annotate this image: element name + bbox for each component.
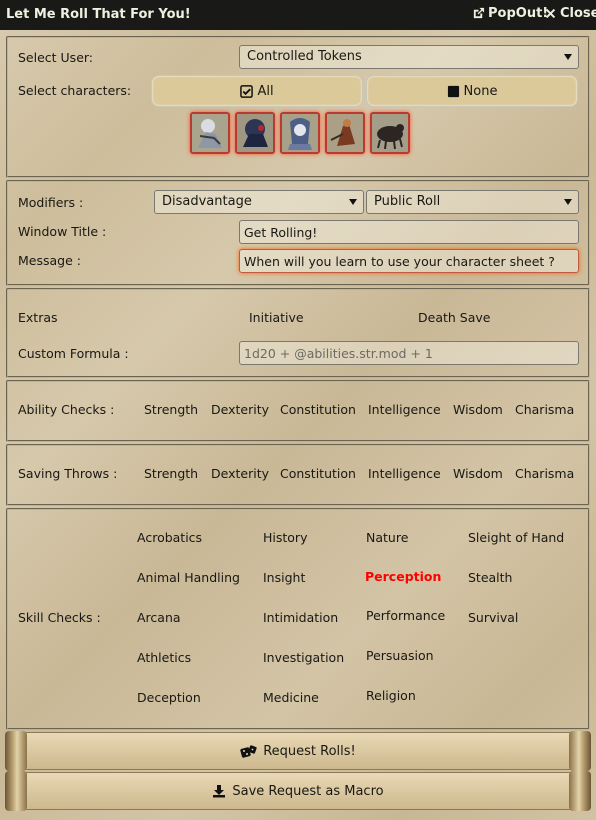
character-portrait [327,114,363,152]
roll-mode-select-value: Public Roll [374,194,441,209]
scroll-roll-left [5,731,27,771]
checkbox-filled-icon [447,85,459,97]
popout-label: PopOut! [488,6,549,21]
window-title-label: Window Title : [18,224,107,239]
dropdown-arrow-icon [564,199,572,205]
character-token-3[interactable] [280,112,320,154]
skill-checks-label: Skill Checks : [18,610,101,625]
skill-intimidation[interactable]: Intimidation [263,610,338,625]
skill-sleight-of-hand[interactable]: Sleight of Hand [468,530,564,545]
modifier-select[interactable]: Disadvantage [154,190,364,214]
dropdown-arrow-icon [564,54,572,60]
close-button[interactable]: Close [544,6,596,21]
select-none-button[interactable]: None [366,75,578,107]
lmrtfy-window: Let Me Roll That For You! PopOut! Close … [0,0,596,820]
save-macro-button[interactable]: Save Request as Macro [5,771,591,811]
user-select-value: Controlled Tokens [247,49,362,64]
skill-history[interactable]: History [263,530,307,545]
skill-survival[interactable]: Survival [468,610,518,625]
character-portrait [237,114,273,152]
save-constitution[interactable]: Constitution [280,466,356,481]
skill-persuasion[interactable]: Persuasion [366,648,434,663]
external-link-icon [473,7,485,19]
dice-icon [240,744,257,758]
custom-formula-label: Custom Formula : [18,346,129,361]
skill-insight[interactable]: Insight [263,570,305,585]
custom-formula-input[interactable]: 1d20 + @abilities.str.mod + 1 [239,341,579,365]
select-all-button[interactable]: All [151,75,363,107]
request-rolls-button[interactable]: Request Rolls! [5,731,591,771]
save-dexterity[interactable]: Dexterity [211,466,269,481]
character-token-5[interactable] [370,112,410,154]
window-title: Let Me Roll That For You! [6,7,191,22]
scroll-roll-left [5,771,27,811]
skill-nature[interactable]: Nature [366,530,408,545]
save-intelligence[interactable]: Intelligence [368,466,441,481]
roll-mode-select[interactable]: Public Roll [366,190,579,214]
skill-medicine[interactable]: Medicine [263,690,319,705]
select-none-label: None [463,83,498,99]
checkbox-checked-icon [240,84,254,98]
download-icon [213,785,226,798]
modifiers-label: Modifiers : [18,195,84,210]
skill-deception[interactable]: Deception [137,690,201,705]
window-titlebar[interactable]: Let Me Roll That For You! PopOut! Close [0,0,596,30]
extras-label: Extras [18,310,58,325]
request-rolls-label: Request Rolls! [263,743,356,759]
select-all-label: All [257,83,274,99]
popout-button[interactable]: PopOut! [472,6,548,21]
ability-charisma[interactable]: Charisma [515,402,574,417]
modifier-select-value: Disadvantage [162,194,252,209]
close-icon [545,8,556,19]
character-token-2[interactable] [235,112,275,154]
skill-acrobatics[interactable]: Acrobatics [137,530,202,545]
character-token-4[interactable] [325,112,365,154]
user-select[interactable]: Controlled Tokens [239,45,579,69]
saving-throws-label: Saving Throws : [18,466,118,481]
initiative-roll[interactable]: Initiative [249,310,304,325]
message-label: Message : [18,253,81,268]
save-wisdom[interactable]: Wisdom [453,466,503,481]
skill-perception[interactable]: Perception [365,569,441,584]
ability-checks-label: Ability Checks : [18,402,115,417]
skill-athletics[interactable]: Athletics [137,650,191,665]
close-label: Close [560,6,596,21]
skill-religion[interactable]: Religion [366,688,416,703]
skill-performance[interactable]: Performance [366,608,445,623]
select-characters-label: Select characters: [18,83,132,98]
ability-wisdom[interactable]: Wisdom [453,402,503,417]
window-title-input[interactable]: Get Rolling! [239,220,579,244]
ability-constitution[interactable]: Constitution [280,402,356,417]
skill-arcana[interactable]: Arcana [137,610,181,625]
save-strength[interactable]: Strength [144,466,198,481]
character-portrait [282,114,318,152]
select-user-label: Select User: [18,50,94,65]
ability-strength[interactable]: Strength [144,402,198,417]
character-portrait [192,114,228,152]
save-macro-label: Save Request as Macro [232,783,384,799]
dropdown-arrow-icon [349,199,357,205]
ability-dexterity[interactable]: Dexterity [211,402,269,417]
ability-intelligence[interactable]: Intelligence [368,402,441,417]
scroll-roll-right [569,731,591,771]
character-token-1[interactable] [190,112,230,154]
skill-investigation[interactable]: Investigation [263,650,344,665]
save-charisma[interactable]: Charisma [515,466,574,481]
skill-stealth[interactable]: Stealth [468,570,512,585]
death-save-roll[interactable]: Death Save [418,310,490,325]
skill-animal-handling[interactable]: Animal Handling [137,570,240,585]
message-input[interactable]: When will you learn to use your characte… [239,249,579,273]
scroll-roll-right [569,771,591,811]
character-portrait [372,114,408,152]
